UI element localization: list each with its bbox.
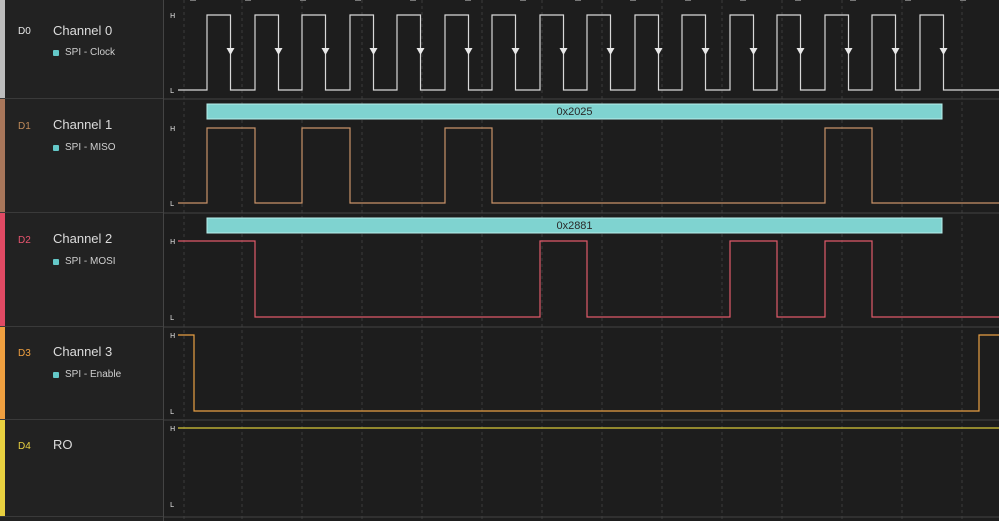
level-low-label: L (170, 87, 174, 95)
level-high-label: H (170, 125, 175, 133)
packet-value: 0x2025 (556, 106, 592, 118)
logic-analyzer-view: D0 Channel 0 SPI - Clock D1 Channel 1 SP… (0, 0, 999, 521)
level-high-label: H (170, 332, 175, 340)
waveform-background (164, 0, 999, 521)
level-high-label: H (170, 12, 175, 20)
level-low-label: L (170, 408, 174, 416)
packet-value: 0x2881 (556, 220, 592, 232)
level-low-label: L (170, 501, 174, 509)
waveform-area[interactable]: H L H L 0x2025 H L 0x2881 H L H L (0, 0, 999, 521)
level-low-label: L (170, 200, 174, 208)
level-high-label: H (170, 238, 175, 246)
level-high-label: H (170, 425, 175, 433)
time-grid (164, 0, 999, 521)
level-low-label: L (170, 314, 174, 322)
